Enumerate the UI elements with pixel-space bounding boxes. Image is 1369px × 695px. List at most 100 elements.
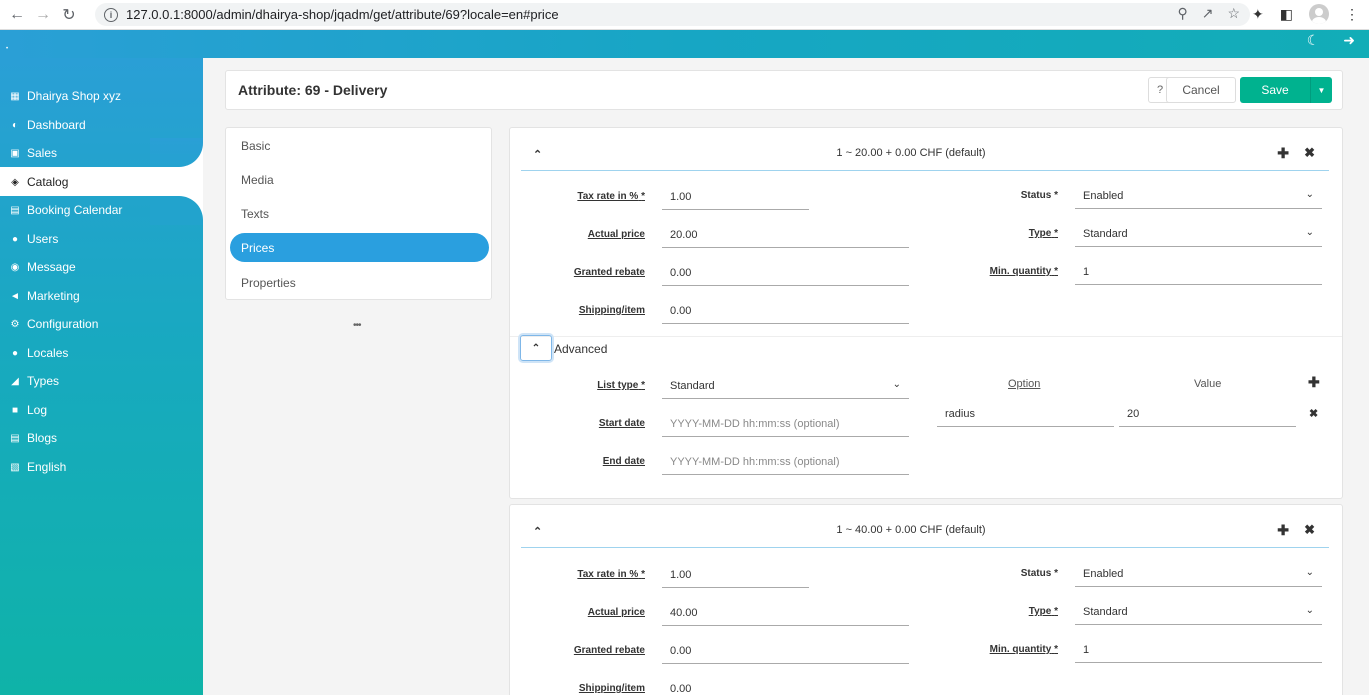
chevron-down-icon: ⌄ (1305, 605, 1314, 616)
browser-menu-icon[interactable]: ⋮ (1345, 6, 1359, 23)
sidebar-item-shop[interactable]: ▦ Dhairya Shop xyz (0, 82, 203, 110)
share-icon[interactable]: ↗ (1202, 5, 1214, 22)
tax-rate-input[interactable]: 1.00 (662, 184, 809, 210)
store-icon: ▦ (10, 90, 20, 102)
sidebar-item-marketing[interactable]: ◄ Marketing (0, 282, 203, 310)
sidebar-item-types[interactable]: ◢ Types (0, 367, 203, 395)
min-quantity-label: Min. quantity * (989, 644, 1058, 655)
end-date-label: End date (602, 456, 645, 467)
min-quantity-input[interactable]: 1 (1075, 259, 1322, 285)
site-info-icon[interactable]: i (104, 7, 118, 22)
shipping-input[interactable]: 0.00 (662, 676, 909, 695)
extensions-puzzle-icon[interactable]: ✦ (1252, 6, 1264, 23)
sidebar-item-message[interactable]: ◉ Message (0, 253, 203, 281)
newspaper-icon: ▤ (10, 432, 20, 444)
sidebar-item-users[interactable]: ● Users (0, 225, 203, 253)
tax-rate-input[interactable]: 1.00 (662, 562, 809, 588)
address-bar[interactable]: i 127.0.0.1:8000/admin/dhairya-shop/jqad… (95, 3, 1250, 26)
advanced-toggle-button[interactable]: ⌃ (520, 335, 552, 361)
dark-mode-moon-icon[interactable]: ☾ (1307, 32, 1320, 49)
granted-rebate-input[interactable]: 0.00 (662, 638, 909, 664)
add-config-plus-icon[interactable]: ✚ (1308, 374, 1320, 391)
move-icon[interactable]: ✚ (1277, 145, 1289, 162)
tab-media[interactable]: Media (230, 165, 489, 194)
tab-basic[interactable]: Basic (230, 131, 489, 160)
price-item-title: 1 ~ 40.00 + 0.00 CHF (default) (836, 524, 986, 536)
actual-price-label: Actual price (587, 229, 645, 240)
logout-icon[interactable]: ➜ (1343, 32, 1355, 49)
sidebar-item-english[interactable]: ▧ English (0, 453, 203, 481)
more-options-dots[interactable]: ••• (353, 320, 361, 331)
cancel-button[interactable]: Cancel (1166, 77, 1236, 103)
option-value-input[interactable]: 20 (1119, 401, 1296, 427)
browser-toolbar: ← → ↻ i 127.0.0.1:8000/admin/dhairya-sho… (0, 0, 1369, 30)
dashboard-icon: ◐ (11, 119, 19, 131)
comments-icon: ◉ (10, 261, 20, 273)
chevron-down-icon: ⌄ (892, 379, 901, 390)
option-key-input[interactable]: radius (937, 401, 1114, 427)
list-type-select[interactable]: Standard ⌄ (662, 373, 909, 399)
url-text[interactable]: 127.0.0.1:8000/admin/dhairya-shop/jqadm/… (126, 7, 559, 22)
side-panel-icon[interactable]: ◧ (1280, 6, 1293, 23)
tab-prices[interactable]: Prices (230, 233, 489, 262)
price-item-card: ⌃ 1 ~ 20.00 + 0.00 CHF (default) ✚ ✖ Tax… (509, 127, 1343, 499)
advanced-label: Advanced (554, 342, 608, 356)
sidebar-item-log[interactable]: ■ Log (0, 396, 203, 424)
delete-icon[interactable]: ✖ (1304, 522, 1315, 538)
back-arrow-icon[interactable]: ← (4, 2, 30, 28)
min-quantity-label: Min. quantity * (989, 266, 1058, 277)
start-date-input[interactable]: YYYY-MM-DD hh:mm:ss (optional) (662, 411, 909, 437)
type-select[interactable]: Standard ⌄ (1075, 221, 1322, 247)
chevron-down-icon: ⌄ (1305, 189, 1314, 200)
move-icon[interactable]: ✚ (1277, 522, 1289, 539)
item-tabs: Basic Media Texts Prices Properties (225, 127, 492, 300)
value-column-header: Value (1194, 378, 1222, 390)
actual-price-input[interactable]: 40.00 (662, 600, 909, 626)
type-label: Type * (1028, 606, 1058, 617)
shipping-label: Shipping/item (578, 305, 645, 316)
page-title: Attribute: 69 - Delivery (238, 82, 388, 98)
users-icon: ● (11, 233, 19, 245)
sitemap-icon: ◈ (11, 176, 19, 188)
main-content: Attribute: 69 - Delivery ? Cancel Save ▼… (203, 58, 1369, 695)
reload-icon[interactable]: ↻ (56, 2, 82, 28)
sidebar-item-configuration[interactable]: ⚙ Configuration (0, 310, 203, 338)
end-date-input[interactable]: YYYY-MM-DD hh:mm:ss (optional) (662, 449, 909, 475)
price-item-card: ⌃ 1 ~ 40.00 + 0.00 CHF (default) ✚ ✖ Tax… (509, 504, 1343, 695)
status-select[interactable]: Enabled ⌄ (1075, 183, 1322, 209)
min-quantity-input[interactable]: 1 (1075, 637, 1322, 663)
sidebar-item-sales[interactable]: ▣ Sales (0, 139, 203, 167)
status-label: Status * (1020, 568, 1058, 579)
tab-properties[interactable]: Properties (230, 268, 489, 297)
save-button[interactable]: Save (1240, 77, 1310, 103)
forward-arrow-icon[interactable]: → (30, 2, 56, 28)
type-select[interactable]: Standard ⌄ (1075, 599, 1322, 625)
sidebar-item-locales[interactable]: ● Locales (0, 339, 203, 367)
profile-avatar-icon[interactable] (1309, 4, 1329, 24)
sidebar-item-dashboard[interactable]: ◐ Dashboard (0, 111, 203, 139)
granted-rebate-input[interactable]: 0.00 (662, 260, 909, 286)
sidebar-item-booking-calendar[interactable]: ▤ Booking Calendar (0, 196, 203, 224)
globe-icon: ● (11, 347, 19, 359)
zoom-icon[interactable]: ⚲ (1177, 5, 1187, 22)
remove-config-icon[interactable]: ✖ (1309, 407, 1318, 420)
page-header-card: Attribute: 69 - Delivery ? Cancel Save ▼ (225, 70, 1343, 110)
actual-price-label: Actual price (587, 607, 645, 618)
actual-price-input[interactable]: 20.00 (662, 222, 909, 248)
price-item-header[interactable]: ⌃ 1 ~ 40.00 + 0.00 CHF (default) ✚ ✖ (521, 513, 1329, 548)
sidebar-item-blogs[interactable]: ▤ Blogs (0, 424, 203, 452)
cogs-icon: ⚙ (10, 318, 20, 330)
status-select[interactable]: Enabled ⌄ (1075, 561, 1322, 587)
bookmark-star-icon[interactable]: ☆ (1227, 5, 1240, 22)
tab-texts[interactable]: Texts (230, 199, 489, 228)
tax-rate-label: Tax rate in % * (577, 569, 645, 580)
shipping-input[interactable]: 0.00 (662, 298, 909, 324)
language-icon: ▧ (10, 461, 20, 473)
list-type-label: List type * (597, 380, 645, 391)
sidebar-item-catalog[interactable]: ◈ Catalog (0, 168, 203, 196)
delete-icon[interactable]: ✖ (1304, 145, 1315, 161)
sidebar: ▦ Dhairya Shop xyz ◐ Dashboard ▣ Sales ◈ Cat… (0, 58, 203, 695)
price-item-header[interactable]: ⌃ 1 ~ 20.00 + 0.00 CHF (default) ✚ ✖ (521, 136, 1329, 171)
save-dropdown-button[interactable]: ▼ (1310, 77, 1332, 103)
shipping-label: Shipping/item (578, 683, 645, 694)
